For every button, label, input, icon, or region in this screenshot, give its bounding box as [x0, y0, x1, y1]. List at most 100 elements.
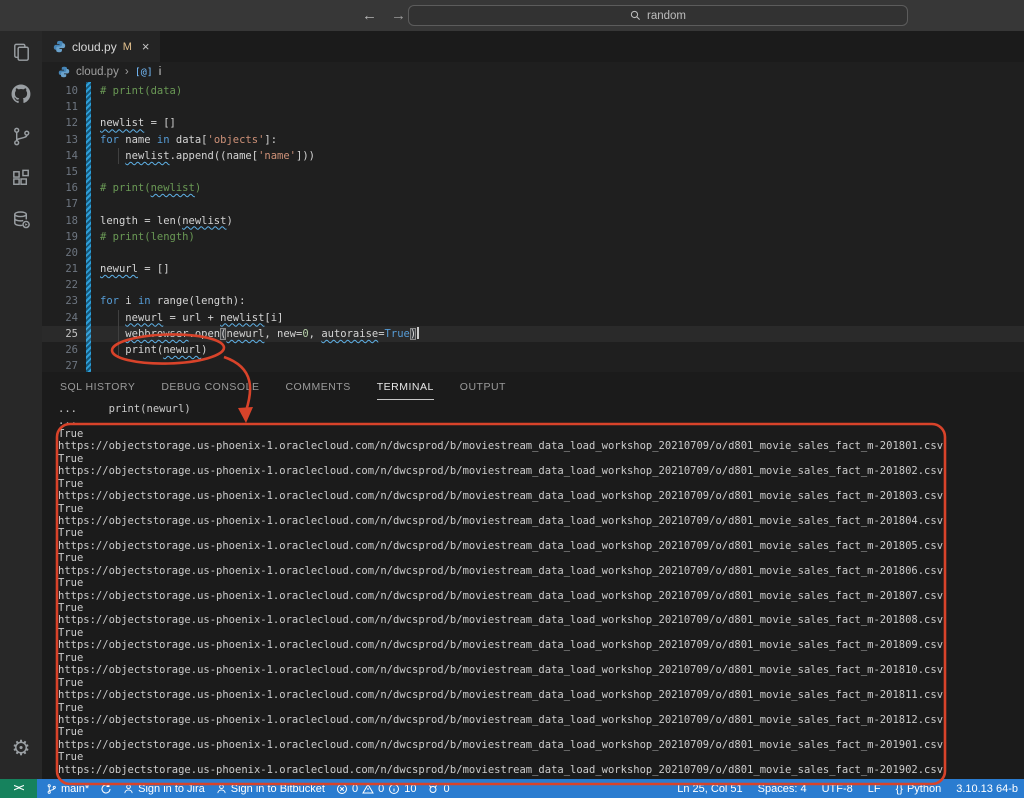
bug-item[interactable]: 0	[427, 783, 449, 795]
panel-tab-comments[interactable]: COMMENTS	[285, 376, 350, 400]
line-number: 10	[42, 83, 78, 99]
code-line-14[interactable]: 14 newlist.append((name['name']))	[42, 148, 1024, 164]
terminal-line: https://objectstorage.us-phoenix-1.oracl…	[58, 714, 1024, 726]
git-branch-item[interactable]: main*	[46, 783, 89, 795]
terminal-line: True	[58, 602, 1024, 614]
code-line-10[interactable]: 10 # print(data)	[42, 83, 1024, 99]
terminal-output: Truehttps://objectstorage.us-phoenix-1.o…	[58, 428, 1024, 776]
code-text: for i in range(length):	[100, 293, 245, 309]
encoding[interactable]: UTF-8	[822, 783, 853, 795]
info-count: 10	[404, 783, 416, 795]
tab-label: cloud.py	[72, 40, 117, 54]
jira-signin-label: Sign in to Jira	[138, 783, 205, 795]
bitbucket-signin[interactable]: Sign in to Bitbucket	[216, 783, 325, 795]
line-number: 15	[42, 164, 78, 180]
cursor-position[interactable]: Ln 25, Col 51	[677, 783, 742, 795]
settings-gear-icon[interactable]: ⚙	[0, 727, 42, 769]
sync-item[interactable]	[100, 783, 112, 795]
code-line-19[interactable]: 19# print(length)	[42, 229, 1024, 245]
warning-count: 0	[378, 783, 384, 795]
extensions-icon[interactable]	[0, 157, 42, 199]
panel-tab-debug-console[interactable]: DEBUG CONSOLE	[161, 376, 259, 400]
language-mode[interactable]: {} Python	[896, 783, 942, 795]
database-icon[interactable]	[0, 199, 42, 241]
code-line-21[interactable]: 21newurl = []	[42, 261, 1024, 277]
terminal-line: https://objectstorage.us-phoenix-1.oracl…	[58, 739, 1024, 751]
line-number: 23	[42, 293, 78, 309]
source-control-icon[interactable]	[0, 115, 42, 157]
line-number: 25	[42, 326, 78, 342]
terminal-line: https://objectstorage.us-phoenix-1.oracl…	[58, 565, 1024, 577]
code-line-20[interactable]: 20	[42, 245, 1024, 261]
tab-close-icon[interactable]: ×	[142, 39, 150, 54]
python-interpreter[interactable]: 3.10.13 64-b	[956, 783, 1018, 795]
breadcrumb-file[interactable]: cloud.py	[76, 66, 119, 78]
sync-icon	[100, 783, 112, 795]
terminal-line: https://objectstorage.us-phoenix-1.oracl…	[58, 664, 1024, 676]
terminal-line: True	[58, 453, 1024, 465]
breadcrumb-separator: ›	[125, 66, 129, 78]
panel-tab-bar: SQL HISTORY DEBUG CONSOLE COMMENTS TERMINAL…	[42, 372, 1024, 400]
code-line-17[interactable]: 17	[42, 196, 1024, 212]
panel-tab-sql-history[interactable]: SQL HISTORY	[60, 376, 135, 400]
code-line-26[interactable]: 26 print(newurl)	[42, 342, 1024, 358]
line-number: 22	[42, 277, 78, 293]
terminal-line: https://objectstorage.us-phoenix-1.oracl…	[58, 764, 1024, 776]
terminal-line: True	[58, 702, 1024, 714]
terminal-line: True	[58, 627, 1024, 639]
title-bar: ← → random	[0, 0, 1024, 31]
code-editor[interactable]: 10 # print(data) 1112 newlist = []13for nam…	[42, 82, 1024, 372]
line-number: 12	[42, 115, 78, 131]
code-text: newlist = []	[100, 115, 176, 131]
terminal-line: https://objectstorage.us-phoenix-1.oracl…	[58, 515, 1024, 527]
search-icon	[630, 10, 641, 21]
jira-signin[interactable]: Sign in to Jira	[123, 783, 205, 795]
github-icon[interactable]	[0, 73, 42, 115]
code-text: newurl = url + newlist[i]	[100, 310, 283, 326]
person-icon	[123, 783, 134, 795]
nav-back-icon[interactable]: ←	[362, 7, 377, 24]
terminal-line: True	[58, 726, 1024, 738]
problems-item[interactable]: 0 0 10	[336, 783, 417, 795]
variable-symbol-icon: [@]	[135, 67, 153, 78]
code-line-12[interactable]: 12 newlist = []	[42, 115, 1024, 131]
status-bar: >< main*	[0, 779, 1024, 798]
activity-bar: ⚙	[0, 31, 42, 779]
bug-count: 0	[443, 783, 449, 795]
code-text: newurl = []	[100, 261, 170, 277]
eol-sequence[interactable]: LF	[868, 783, 881, 795]
remote-indicator[interactable]: ><	[0, 779, 37, 798]
tab-cloud-py[interactable]: cloud.py M ×	[42, 31, 160, 62]
line-number: 11	[42, 99, 78, 115]
code-line-16[interactable]: 16# print(newlist)	[42, 180, 1024, 196]
panel-tab-terminal[interactable]: TERMINAL	[377, 376, 434, 400]
branch-name: main*	[61, 783, 89, 795]
code-line-15[interactable]: 15	[42, 164, 1024, 180]
python-file-icon-small	[58, 66, 70, 78]
terminal-echo-line: ...	[58, 415, 1024, 427]
command-center-search[interactable]: random	[408, 5, 908, 26]
code-line-23[interactable]: 23 for i in range(length):	[42, 293, 1024, 309]
panel-tab-output[interactable]: OUTPUT	[460, 376, 506, 400]
explorer-icon[interactable]	[0, 31, 42, 73]
warning-icon	[362, 783, 374, 795]
tab-modified-badge: M	[123, 41, 132, 53]
breadcrumb-symbol[interactable]: i	[159, 66, 162, 78]
indentation[interactable]: Spaces: 4	[758, 783, 807, 795]
code-line-24[interactable]: 24 newurl = url + newlist[i]	[42, 310, 1024, 326]
terminal-panel[interactable]: ... print(newurl) ... Truehttps://object…	[42, 400, 1024, 779]
code-line-22[interactable]: 22	[42, 277, 1024, 293]
bitbucket-signin-label: Sign in to Bitbucket	[231, 783, 325, 795]
code-line-13[interactable]: 13for name in data['objects']:	[42, 132, 1024, 148]
terminal-line: https://objectstorage.us-phoenix-1.oracl…	[58, 689, 1024, 701]
nav-forward-icon[interactable]: →	[391, 7, 406, 24]
code-line-11[interactable]: 11	[42, 99, 1024, 115]
terminal-line: True	[58, 552, 1024, 564]
breadcrumb[interactable]: cloud.py › [@] i	[42, 62, 1024, 82]
code-line-18[interactable]: 18length = len(newlist)	[42, 213, 1024, 229]
code-text: # print(data)	[100, 83, 182, 99]
terminal-line: True	[58, 428, 1024, 440]
info-icon	[388, 783, 400, 795]
code-line-25[interactable]: 25 webbrowser.open(newurl, new=0, autora…	[42, 326, 1024, 342]
code-text: length = len(newlist)	[100, 213, 233, 229]
